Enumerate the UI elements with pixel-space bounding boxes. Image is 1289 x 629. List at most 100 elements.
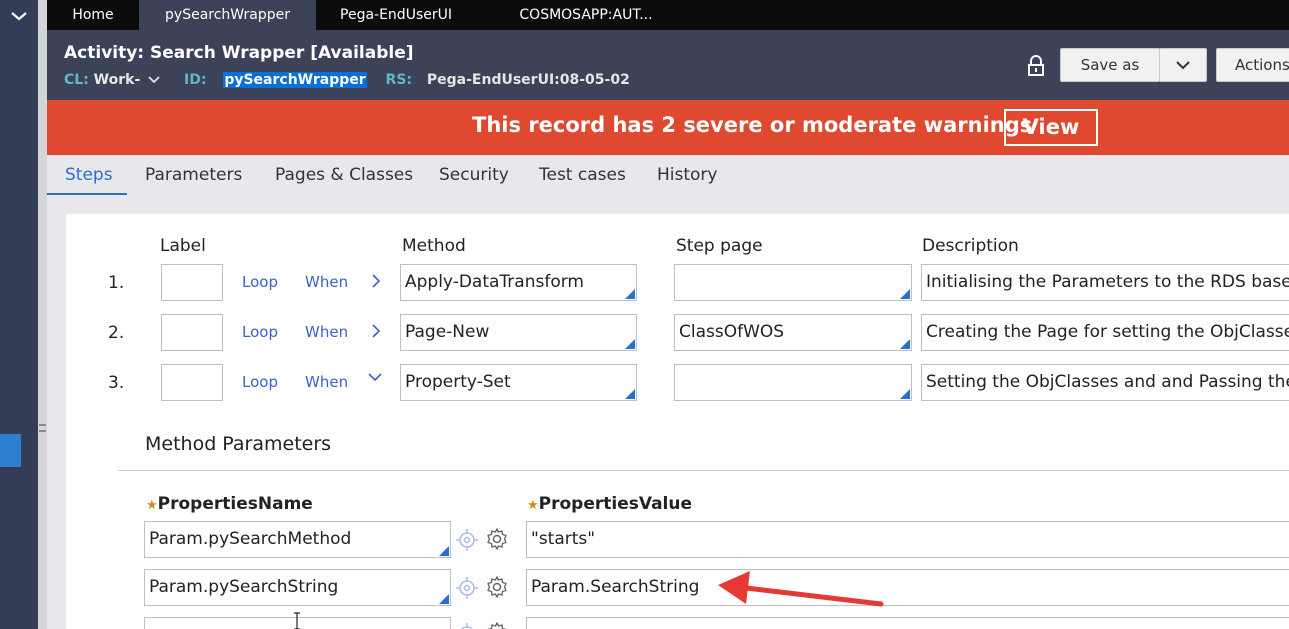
rs-key: RS: <box>385 72 413 88</box>
gear-icon[interactable] <box>485 621 509 629</box>
rule-title: Activity: Search Wrapper [Available] <box>64 43 414 63</box>
property-name-field[interactable]: Param.pySearchString <box>144 569 451 606</box>
target-icon[interactable] <box>455 576 479 600</box>
method-parameters-title: Method Parameters <box>145 433 332 455</box>
step-description-field[interactable]: Initialising the Parameters to the RDS b… <box>921 264 1289 301</box>
autocomplete-corner-icon <box>625 339 635 349</box>
loop-link[interactable]: Loop <box>242 373 278 391</box>
gear-icon[interactable] <box>485 575 509 599</box>
col-label-header: Label <box>160 236 206 256</box>
step-number: 3. <box>108 373 125 393</box>
step-page-value: ClassOfWOS <box>679 322 785 342</box>
step-method-value: Page-New <box>405 322 490 342</box>
step-description-value: Setting the ObjClasses and and Passing t… <box>926 372 1289 392</box>
required-star-icon: ★ <box>527 498 539 513</box>
app-root: Home pySearchWrapper Pega-EndUserUI COSM… <box>0 0 1289 629</box>
step-number: 2. <box>108 323 125 343</box>
warning-banner: This record has 2 severe or moderate war… <box>47 100 1289 155</box>
id-key: ID: <box>184 72 207 88</box>
gear-icon[interactable] <box>485 527 509 551</box>
panel-splitter[interactable] <box>38 0 47 629</box>
actions-button[interactable]: Actions <box>1216 48 1289 82</box>
cl-key: CL: <box>64 72 89 88</box>
chevron-down-icon[interactable] <box>368 370 382 384</box>
tab-parameters[interactable]: Parameters <box>145 165 242 185</box>
cl-value[interactable]: Work- <box>94 72 141 88</box>
property-name-value: Param.pySearchMethod <box>149 529 352 549</box>
chevron-down-icon[interactable] <box>9 8 29 24</box>
step-label-input[interactable] <box>161 364 223 401</box>
properties-value-header: ★PropertiesValue <box>527 494 692 514</box>
tab-history[interactable]: History <box>657 165 717 185</box>
step-method-field[interactable]: Page-New <box>400 314 637 351</box>
target-icon[interactable] <box>455 622 479 629</box>
step-method-value: Property-Set <box>405 372 511 392</box>
properties-value-label: PropertiesValue <box>538 494 693 514</box>
tab-cosmosapp[interactable]: COSMOSAPP:AUT... <box>476 0 696 30</box>
tab-pega-enduserui[interactable]: Pega-EndUserUI <box>316 0 476 30</box>
nav-selected-indicator[interactable] <box>0 434 21 467</box>
step-page-field[interactable] <box>674 264 912 301</box>
property-value-field[interactable] <box>526 617 1289 629</box>
chevron-right-icon[interactable] <box>369 324 383 338</box>
steps-panel: Label Method Step page Description 1. Lo… <box>66 214 1289 629</box>
left-nav-bar <box>0 0 38 629</box>
chevron-down-icon <box>1176 61 1190 70</box>
step-page-field[interactable]: ClassOfWOS <box>674 314 912 351</box>
tab-security[interactable]: Security <box>439 165 509 185</box>
step-description-value: Creating the Page for setting the ObjCla… <box>926 322 1289 342</box>
save-as-menu-button[interactable] <box>1159 48 1207 82</box>
step-description-field[interactable]: Setting the ObjClasses and and Passing t… <box>921 364 1289 401</box>
properties-name-label: PropertiesName <box>157 494 313 514</box>
col-step-page-header: Step page <box>676 236 763 256</box>
when-link[interactable]: When <box>305 323 348 341</box>
chevron-right-icon[interactable] <box>369 274 383 288</box>
loop-link[interactable]: Loop <box>242 273 278 291</box>
step-method-field[interactable]: Apply-DataTransform <box>400 264 637 301</box>
property-name-value: Param.pySearchString <box>149 577 339 597</box>
step-description-field[interactable]: Creating the Page for setting the ObjCla… <box>921 314 1289 351</box>
chevron-down-icon[interactable] <box>147 74 161 84</box>
target-icon[interactable] <box>455 528 479 552</box>
warning-text: This record has 2 severe or moderate war… <box>472 113 1033 137</box>
rs-value[interactable]: Pega-EndUserUI:08-05-02 <box>427 72 630 88</box>
step-description-value: Initialising the Parameters to the RDS b… <box>926 272 1289 292</box>
rule-header: Activity: Search Wrapper [Available] CL:… <box>47 30 1289 100</box>
step-page-field[interactable] <box>674 364 912 401</box>
property-name-field[interactable]: Param.pySearchMethod <box>144 521 451 558</box>
tab-steps[interactable]: Steps <box>65 165 113 185</box>
step-label-input[interactable] <box>161 314 223 351</box>
property-value-value: "starts" <box>531 529 596 549</box>
splitter-grip-icon[interactable] <box>39 424 46 432</box>
when-link[interactable]: When <box>305 373 348 391</box>
autocomplete-corner-icon <box>439 546 449 556</box>
autocomplete-corner-icon <box>900 339 910 349</box>
step-method-field[interactable]: Property-Set <box>400 364 637 401</box>
lock-icon[interactable] <box>1027 55 1045 77</box>
active-tab-underline <box>47 193 127 195</box>
autocomplete-corner-icon <box>625 389 635 399</box>
step-label-input[interactable] <box>161 264 223 301</box>
tab-pages-classes[interactable]: Pages & Classes <box>275 165 413 185</box>
required-star-icon: ★ <box>146 498 158 513</box>
view-warnings-button[interactable]: View <box>1004 109 1098 146</box>
rule-tabs: Steps Parameters Pages & Classes Securit… <box>47 155 1289 197</box>
section-divider <box>118 470 1289 471</box>
text-cursor-icon <box>294 612 300 629</box>
property-value-field[interactable]: Param.SearchString <box>526 569 1289 606</box>
tab-home[interactable]: Home <box>47 0 139 30</box>
autocomplete-corner-icon <box>900 389 910 399</box>
save-as-button[interactable]: Save as <box>1060 48 1160 82</box>
step-number: 1. <box>108 273 125 293</box>
autocomplete-corner-icon <box>439 594 449 604</box>
properties-name-header: ★PropertiesName <box>146 494 313 514</box>
document-tab-bar: Home pySearchWrapper Pega-EndUserUI COSM… <box>47 0 1289 30</box>
rule-meta: CL: Work- ID: pySearchWrapper RS: Pega-E… <box>64 72 630 88</box>
loop-link[interactable]: Loop <box>242 323 278 341</box>
when-link[interactable]: When <box>305 273 348 291</box>
property-value-field[interactable]: "starts" <box>526 521 1289 558</box>
tab-pysearchwrapper[interactable]: pySearchWrapper <box>139 0 316 30</box>
col-description-header: Description <box>922 236 1019 256</box>
col-method-header: Method <box>402 236 466 256</box>
tab-test-cases[interactable]: Test cases <box>539 165 626 185</box>
